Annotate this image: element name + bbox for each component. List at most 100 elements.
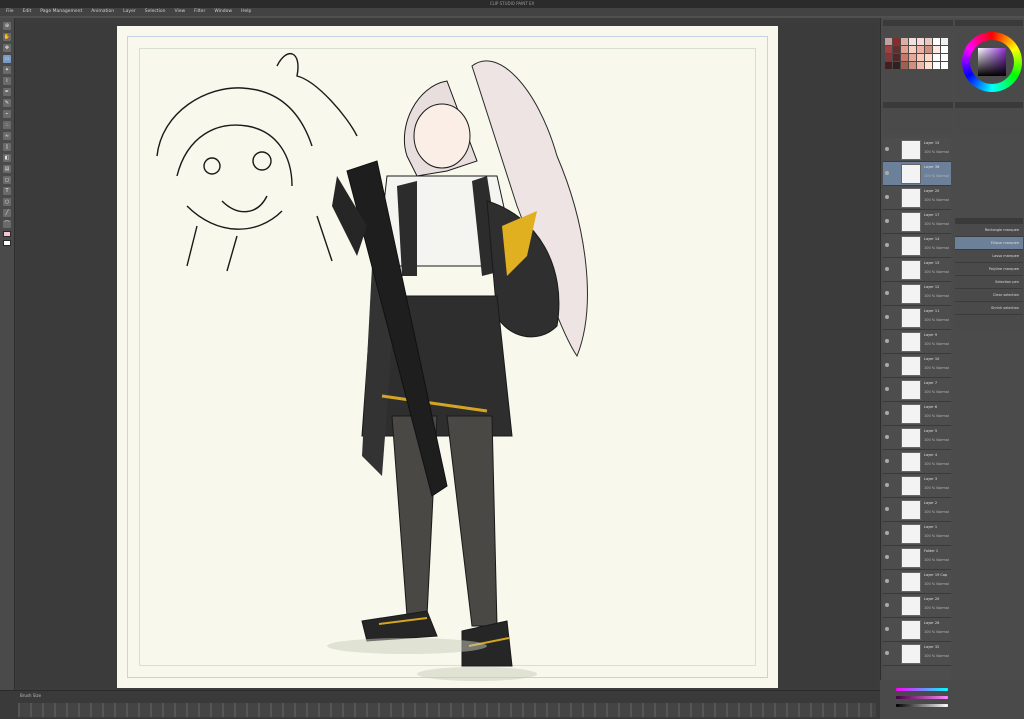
color-swatch[interactable] (941, 46, 948, 53)
subtool-shrink-selection[interactable]: Shrink selection (955, 302, 1023, 315)
eraser-icon[interactable]: ▯ (3, 143, 11, 151)
color-swatch[interactable] (925, 46, 932, 53)
canvas-area[interactable] (16, 22, 878, 688)
subtool-rectangle-marquee[interactable]: Rectangle marquee (955, 224, 1023, 237)
text-icon[interactable]: T (3, 187, 11, 195)
eye-icon[interactable] (885, 339, 889, 343)
selection-icon[interactable]: ▭ (3, 55, 11, 63)
sub-color-swatch[interactable] (3, 240, 11, 246)
subtool-clear-selection[interactable]: Clear selection (955, 289, 1023, 302)
color-swatch[interactable] (901, 46, 908, 53)
layer-row[interactable]: 100 % Normal Layer 1 (883, 522, 951, 546)
color-swatch[interactable] (901, 54, 908, 61)
auto-select-icon[interactable]: ✦ (3, 66, 11, 74)
value-slider[interactable] (896, 704, 948, 707)
eye-icon[interactable] (885, 411, 889, 415)
layer-row[interactable]: 100 % Normal Layer 26 (883, 618, 951, 642)
subtool-lasso-marquee[interactable]: Lasso marquee (955, 250, 1023, 263)
color-swatch[interactable] (885, 62, 892, 69)
balloon-icon[interactable]: ○ (3, 198, 11, 206)
move-icon[interactable]: ✥ (3, 44, 11, 52)
ruler-icon[interactable]: ╱ (3, 209, 11, 217)
eye-icon[interactable] (885, 531, 889, 535)
eye-icon[interactable] (885, 147, 889, 151)
layer-row[interactable]: 100 % Normal Layer 36 (883, 162, 951, 186)
layer-row[interactable]: 100 % Normal Layer 11 (883, 306, 951, 330)
color-swatch[interactable] (941, 38, 948, 45)
color-swatch[interactable] (917, 46, 924, 53)
correct-line-icon[interactable]: ⌒ (3, 220, 11, 228)
color-swatch[interactable] (933, 54, 940, 61)
color-swatch[interactable] (917, 54, 924, 61)
eye-icon[interactable] (885, 579, 889, 583)
color-swatch[interactable] (941, 62, 948, 69)
color-swatch[interactable] (909, 54, 916, 61)
pencil-icon[interactable]: ✎ (3, 99, 11, 107)
layer-row[interactable]: 100 % Normal Layer 14 (883, 234, 951, 258)
figure-icon[interactable]: ◻ (3, 176, 11, 184)
eye-icon[interactable] (885, 507, 889, 511)
fill-icon[interactable]: ◧ (3, 154, 11, 162)
subtool-ellipse-marquee[interactable]: Ellipse marquee (955, 237, 1023, 250)
color-wheel[interactable] (962, 32, 1022, 92)
color-swatch[interactable] (893, 54, 900, 61)
subtool-polyline-marquee[interactable]: Polyline marquee (955, 263, 1023, 276)
menu-filter[interactable]: Filter (194, 8, 205, 16)
brush-icon[interactable]: ⌁ (3, 110, 11, 118)
layer-row[interactable]: 100 % Normal Layer 4 (883, 450, 951, 474)
color-swatch[interactable] (933, 46, 940, 53)
color-swatch[interactable] (917, 62, 924, 69)
layer-row[interactable]: 100 % Normal Layer 15 (883, 138, 951, 162)
color-swatch[interactable] (917, 38, 924, 45)
color-swatch[interactable] (909, 46, 916, 53)
eye-icon[interactable] (885, 603, 889, 607)
eye-icon[interactable] (885, 267, 889, 271)
layer-row[interactable]: 100 % Normal Layer 5 (883, 426, 951, 450)
color-swatch[interactable] (885, 46, 892, 53)
color-swatch[interactable] (909, 38, 916, 45)
eye-icon[interactable] (885, 651, 889, 655)
eye-icon[interactable] (885, 171, 889, 175)
eye-icon[interactable] (885, 387, 889, 391)
color-swatch[interactable] (901, 38, 908, 45)
color-swatch[interactable] (933, 38, 940, 45)
menu-window[interactable]: Window (214, 8, 232, 16)
eye-icon[interactable] (885, 219, 889, 223)
airbrush-icon[interactable]: ∴ (3, 121, 11, 129)
zoom-icon[interactable]: ⊕ (3, 22, 11, 30)
color-swatch[interactable] (909, 62, 916, 69)
eye-icon[interactable] (885, 315, 889, 319)
hue-slider[interactable] (896, 688, 948, 691)
layer-row[interactable]: 100 % Normal Layer 6 (883, 402, 951, 426)
gradient-icon[interactable]: ▤ (3, 165, 11, 173)
hand-icon[interactable]: ✋ (3, 33, 11, 41)
layer-row[interactable]: 100 % Normal Layer 12 (883, 282, 951, 306)
layer-row[interactable]: 100 % Normal Layer 32 (883, 642, 951, 666)
menu-page-management[interactable]: Page Management (40, 8, 82, 16)
main-color-swatch[interactable] (3, 231, 11, 237)
color-swatch[interactable] (925, 38, 932, 45)
eyedropper-icon[interactable]: ⌇ (3, 77, 11, 85)
eye-icon[interactable] (885, 195, 889, 199)
color-swatch[interactable] (893, 38, 900, 45)
layer-row[interactable]: 100 % Normal Layer 20 (883, 594, 951, 618)
menu-edit[interactable]: Edit (23, 8, 32, 16)
layer-row[interactable]: 100 % Normal Layer 19 Cop (883, 570, 951, 594)
color-swatch[interactable] (893, 46, 900, 53)
color-swatch[interactable] (925, 54, 932, 61)
color-swatch[interactable] (901, 62, 908, 69)
layer-row[interactable]: 100 % Normal Layer 20 (883, 186, 951, 210)
color-swatch[interactable] (885, 54, 892, 61)
blend-icon[interactable]: ≈ (3, 132, 11, 140)
eye-icon[interactable] (885, 555, 889, 559)
menu-view[interactable]: View (174, 8, 185, 16)
color-swatch[interactable] (925, 62, 932, 69)
eye-icon[interactable] (885, 459, 889, 463)
layer-row[interactable]: 100 % Normal Layer 7 (883, 378, 951, 402)
menu-layer[interactable]: Layer (123, 8, 136, 16)
layer-row[interactable]: 100 % Normal Layer 10 (883, 354, 951, 378)
layer-row[interactable]: 100 % Normal Layer 2 (883, 498, 951, 522)
menu-selection[interactable]: Selection (145, 8, 166, 16)
eye-icon[interactable] (885, 435, 889, 439)
layer-row[interactable]: 100 % Normal Folder 1 (883, 546, 951, 570)
